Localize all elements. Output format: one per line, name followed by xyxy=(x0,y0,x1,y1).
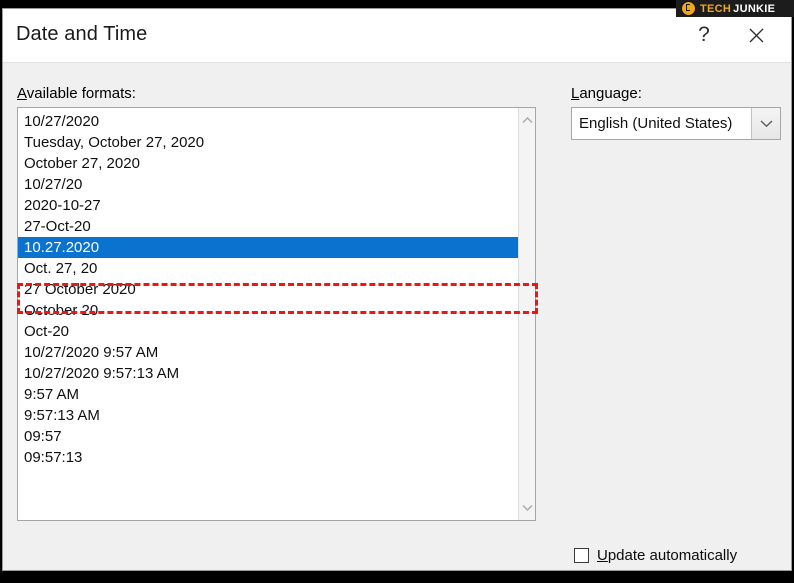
list-item[interactable]: October 20 xyxy=(18,300,518,321)
chevron-down-icon[interactable] xyxy=(751,108,780,139)
date-and-time-dialog: Date and Time ? Available formats: Langu… xyxy=(2,8,792,571)
techjunkie-watermark: TECH JUNKIE xyxy=(676,0,794,17)
watermark-text-primary: TECH xyxy=(700,2,732,15)
available-formats-listbox[interactable]: 10/27/2020 Tuesday, October 27, 2020 Octob… xyxy=(17,107,536,521)
list-item[interactable]: Oct. 27, 20 xyxy=(18,258,518,279)
label-rest: vailable formats: xyxy=(26,85,136,102)
list-item[interactable]: 10/27/2020 xyxy=(18,111,518,132)
chevron-down-icon[interactable] xyxy=(519,499,536,516)
list-item[interactable]: October 27, 2020 xyxy=(18,153,518,174)
language-selected-value: English (United States) xyxy=(579,115,733,132)
list-item[interactable]: 2020-10-27 xyxy=(18,195,518,216)
list-item[interactable]: 27 October 2020 xyxy=(18,279,518,300)
accesskey-char: U xyxy=(597,547,608,564)
dialog-titlebar: Date and Time ? xyxy=(3,9,791,63)
tj-badge-icon xyxy=(681,1,696,16)
format-list[interactable]: 10/27/2020 Tuesday, October 27, 2020 Octob… xyxy=(18,108,518,520)
listbox-scrollbar[interactable] xyxy=(518,108,535,520)
list-item-selected[interactable]: 10.27.2020 xyxy=(18,237,518,258)
list-item[interactable]: 09:57:13 xyxy=(18,447,518,468)
accesskey-char: A xyxy=(17,85,27,102)
list-item[interactable]: 9:57 AM xyxy=(18,384,518,405)
update-automatically-checkbox[interactable]: Update automatically xyxy=(574,547,737,564)
list-item[interactable]: Oct-20 xyxy=(18,321,518,342)
list-item[interactable]: 10/27/20 xyxy=(18,174,518,195)
list-item[interactable]: 10/27/2020 9:57:13 AM xyxy=(18,363,518,384)
watermark-text-secondary: JUNKIE xyxy=(733,2,776,15)
page-title: Date and Time xyxy=(16,23,148,45)
dialog-body: Available formats: Language: 10/27/2020 T… xyxy=(3,63,791,570)
list-item[interactable]: 27-Oct-20 xyxy=(18,216,518,237)
label-rest: anguage: xyxy=(579,85,642,102)
label-rest: pdate automatically xyxy=(607,547,738,564)
list-item[interactable]: 10/27/2020 9:57 AM xyxy=(18,342,518,363)
language-select[interactable]: English (United States) xyxy=(571,107,781,140)
scrollbar-track[interactable] xyxy=(519,129,535,499)
checkbox-box[interactable] xyxy=(574,548,589,563)
language-label: Language: xyxy=(571,85,642,102)
checkbox-label: Update automatically xyxy=(597,547,737,564)
available-formats-label: Available formats: xyxy=(17,85,136,102)
chevron-up-icon[interactable] xyxy=(519,112,536,129)
list-item[interactable]: 09:57 xyxy=(18,426,518,447)
screenshot-root: TECH JUNKIE Date and Time ? Available for… xyxy=(0,0,794,583)
list-item[interactable]: 9:57:13 AM xyxy=(18,405,518,426)
list-item[interactable]: Tuesday, October 27, 2020 xyxy=(18,132,518,153)
